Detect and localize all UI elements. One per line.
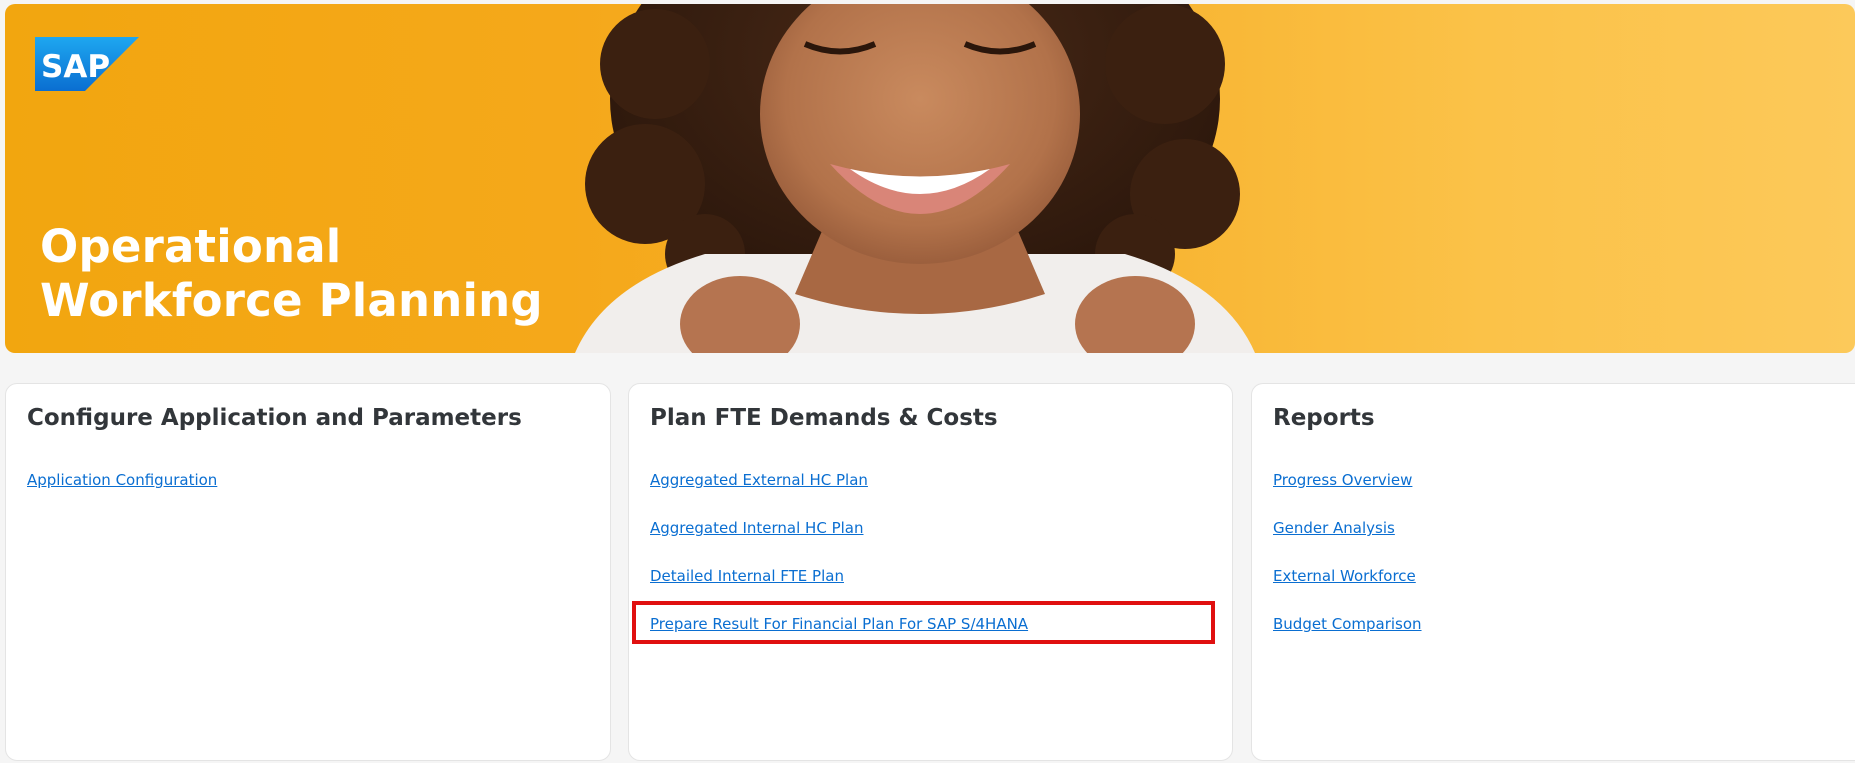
page-title-line-2: Workforce Planning <box>40 274 543 327</box>
link-gender-analysis[interactable]: Gender Analysis <box>1273 519 1395 537</box>
card-title-reports: Reports <box>1273 405 1375 431</box>
link-aggregated-internal-hc-plan[interactable]: Aggregated Internal HC Plan <box>650 519 864 537</box>
card-title-plan-fte: Plan FTE Demands & Costs <box>650 405 998 431</box>
card-configure: Configure Application and Parameters App… <box>5 383 611 761</box>
card-reports: Reports Progress Overview Gender Analysi… <box>1251 383 1855 761</box>
link-detailed-internal-fte-plan[interactable]: Detailed Internal FTE Plan <box>650 567 844 585</box>
link-prepare-result-financial-plan[interactable]: Prepare Result For Financial Plan For SA… <box>650 615 1028 633</box>
link-application-configuration[interactable]: Application Configuration <box>27 471 217 489</box>
page-title: Operational Workforce Planning <box>40 220 543 328</box>
sap-logo: SAP <box>35 37 139 91</box>
link-progress-overview[interactable]: Progress Overview <box>1273 471 1412 489</box>
card-plan-fte: Plan FTE Demands & Costs Aggregated Exte… <box>628 383 1233 761</box>
link-budget-comparison[interactable]: Budget Comparison <box>1273 615 1422 633</box>
page-title-line-1: Operational <box>40 220 342 273</box>
svg-text:SAP: SAP <box>41 49 110 85</box>
hero-banner: SAP Operational Workforce Planning <box>5 4 1855 353</box>
card-title-configure: Configure Application and Parameters <box>27 405 522 431</box>
link-external-workforce[interactable]: External Workforce <box>1273 567 1416 585</box>
link-aggregated-external-hc-plan[interactable]: Aggregated External HC Plan <box>650 471 868 489</box>
